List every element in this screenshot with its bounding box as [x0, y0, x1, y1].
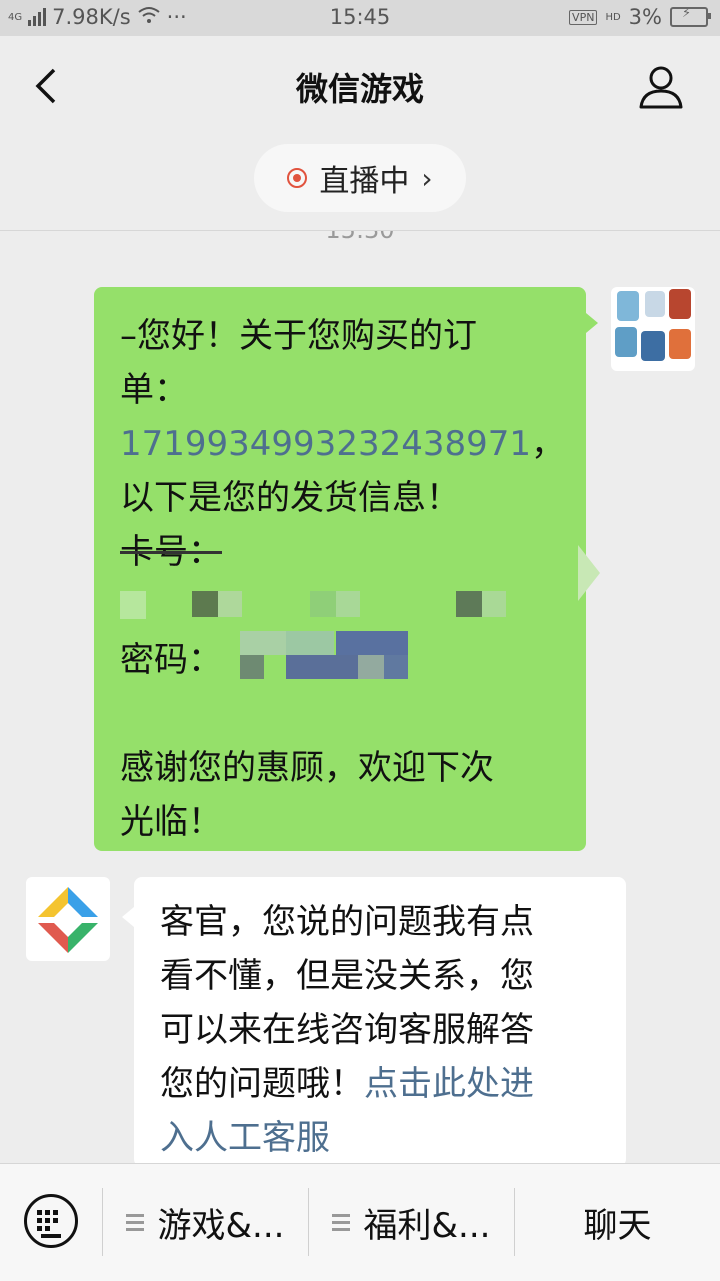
page-title: 微信游戏: [295, 70, 424, 108]
chevron-right-icon: ›: [421, 161, 433, 195]
message-line: 看不懂，但是没关系，您: [160, 956, 534, 996]
message-line: 感谢您的惠顾，欢迎下次: [120, 748, 494, 788]
password-row: 密码：: [120, 631, 568, 687]
order-number[interactable]: 171993499323243897​1: [120, 424, 531, 464]
menu-chat-button[interactable]: 聊天: [515, 1164, 720, 1281]
keyboard-toggle-icon[interactable]: [24, 1194, 78, 1248]
status-bar: 4G 7.98K/s ··· 15:45 VPN HD 3% ⚡: [0, 0, 720, 36]
menu-list-icon: [125, 1214, 144, 1231]
profile-icon[interactable]: [638, 64, 684, 110]
game-logo-avatar[interactable]: [26, 877, 110, 961]
live-label: 直播中: [319, 164, 410, 199]
message-line: 客官，您说的问题我有点: [160, 902, 534, 942]
menu-benefits-button[interactable]: 福利&...: [309, 1164, 513, 1281]
message-line: 以下是您的发货信息！: [120, 478, 460, 518]
bottom-menu-bar: 游戏&... 福利&... 聊天: [0, 1163, 720, 1281]
menu-label: 聊天: [583, 1206, 652, 1246]
battery-icon: ⚡: [670, 6, 711, 27]
nav-bar: 微信游戏: [0, 36, 720, 136]
menu-label: 福利&...: [363, 1206, 491, 1246]
battery-percent: 3%: [628, 5, 662, 29]
outgoing-message-bubble[interactable]: –您好！关于您购买的订 单： 171993499323243897​1， 以下是…: [94, 287, 598, 851]
menu-label: 游戏&...: [157, 1206, 285, 1246]
user-avatar[interactable]: [611, 287, 695, 371]
incoming-message-bubble[interactable]: 客官，您说的问题我有点 看不懂，但是没关系，您 可以来在线咨询客服解答 您的问题…: [122, 877, 626, 1167]
card-number-label: 卡号：: [120, 532, 222, 572]
menu-games-button[interactable]: 游戏&...: [103, 1164, 307, 1281]
pixelated-card-number: [120, 579, 568, 633]
message-line: 光临！: [120, 802, 222, 842]
menu-list-icon: [331, 1214, 350, 1231]
message-line: 可以来在线咨询客服解答: [160, 1010, 534, 1050]
message-line: 单：: [120, 370, 188, 410]
pixelated-password: [240, 631, 410, 685]
human-service-link[interactable]: 入人工客服: [160, 1111, 608, 1165]
wechat-game-logo-icon: [38, 887, 98, 953]
live-indicator-icon: [287, 168, 308, 188]
side-handle[interactable]: [578, 545, 600, 601]
human-service-link[interactable]: 点击此处进: [364, 1064, 534, 1104]
hd-call-icon: HD: [605, 11, 621, 23]
live-stream-button[interactable]: 直播中 ›: [254, 144, 466, 212]
message-line: ，: [531, 424, 566, 464]
message-line: 您的问题哦！: [160, 1064, 364, 1104]
password-label: 密码：: [120, 640, 222, 680]
vpn-badge: VPN: [569, 9, 598, 25]
divider: [0, 230, 720, 231]
message-line: –您好！关于您购买的订: [120, 316, 477, 356]
